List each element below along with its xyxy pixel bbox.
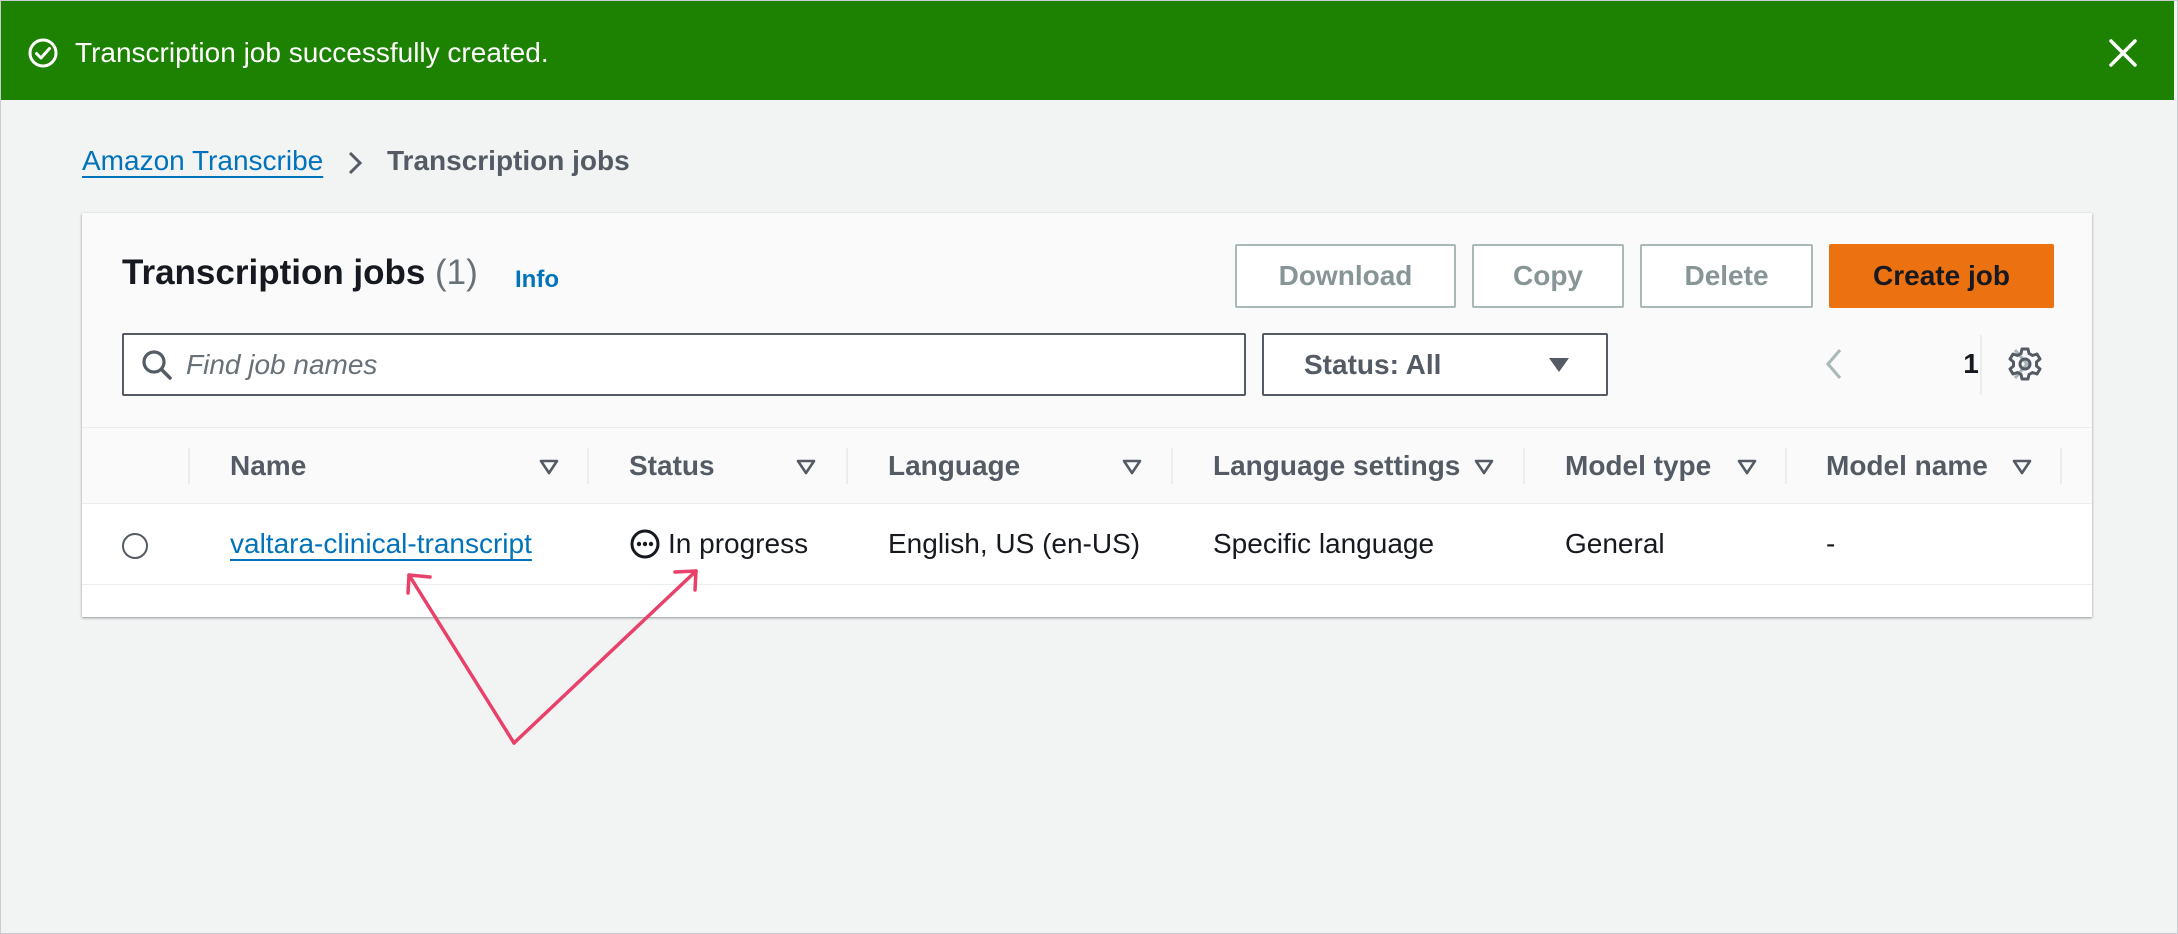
job-name-link[interactable]: valtara-clinical-transcript bbox=[230, 528, 532, 560]
column-header-language-settings[interactable]: Language settings bbox=[1213, 450, 1460, 482]
sort-caret-icon[interactable] bbox=[1737, 459, 1757, 475]
column-divider bbox=[188, 448, 190, 484]
flash-message: Transcription job successfully created. bbox=[75, 37, 549, 68]
chevron-right-icon bbox=[348, 151, 363, 175]
previous-page-icon[interactable] bbox=[1824, 347, 1844, 381]
sort-caret-icon[interactable] bbox=[1122, 459, 1142, 475]
copy-button[interactable]: Copy bbox=[1472, 244, 1624, 308]
check-circle-icon bbox=[28, 38, 58, 68]
in-progress-icon bbox=[630, 529, 660, 559]
sort-caret-icon[interactable] bbox=[796, 459, 816, 475]
job-count: (1) bbox=[435, 253, 478, 292]
column-header-name[interactable]: Name bbox=[230, 450, 306, 482]
info-link[interactable]: Info bbox=[515, 266, 559, 294]
sort-caret-icon[interactable] bbox=[1474, 459, 1494, 475]
column-header-model-type[interactable]: Model type bbox=[1565, 450, 1711, 482]
status-filter-dropdown[interactable]: Status: All bbox=[1262, 333, 1608, 396]
search-icon bbox=[142, 350, 172, 380]
page-title: Transcription jobs bbox=[122, 253, 426, 292]
pager-divider bbox=[1980, 335, 1982, 395]
job-language-settings: Specific language bbox=[1213, 528, 1435, 559]
column-divider bbox=[1171, 448, 1173, 484]
search-input[interactable] bbox=[186, 339, 1226, 390]
job-status: In progress bbox=[668, 528, 809, 559]
success-flash-bar: Transcription job successfully created. bbox=[1, 1, 2174, 100]
table-header: Name Status Language Language settings M… bbox=[82, 428, 2092, 504]
column-header-status[interactable]: Status bbox=[629, 450, 715, 482]
delete-button[interactable]: Delete bbox=[1640, 244, 1813, 308]
breadcrumb-current: Transcription jobs bbox=[387, 145, 630, 176]
column-header-model-name[interactable]: Model name bbox=[1826, 450, 1988, 482]
sort-caret-icon[interactable] bbox=[2012, 459, 2032, 475]
create-job-button[interactable]: Create job bbox=[1829, 244, 2054, 308]
download-button[interactable]: Download bbox=[1235, 244, 1456, 308]
table-row: valtara-clinical-transcript In progress … bbox=[82, 504, 2092, 585]
gear-icon[interactable] bbox=[2007, 346, 2043, 382]
column-divider bbox=[1523, 448, 1525, 484]
column-divider bbox=[2060, 448, 2062, 484]
search-box bbox=[122, 333, 1246, 396]
column-divider bbox=[846, 448, 848, 484]
job-model-name: - bbox=[1826, 528, 1836, 559]
job-language: English, US (en-US) bbox=[888, 528, 1141, 559]
sort-caret-icon[interactable] bbox=[539, 459, 559, 475]
breadcrumb-amazon-transcribe[interactable]: Amazon Transcribe bbox=[82, 145, 323, 177]
caret-down-icon bbox=[1549, 358, 1569, 372]
column-divider bbox=[1785, 448, 1787, 484]
column-header-language[interactable]: Language bbox=[888, 450, 1020, 482]
status-filter-label: Status: All bbox=[1304, 349, 1442, 380]
column-divider bbox=[587, 448, 589, 484]
job-model-type: General bbox=[1565, 528, 1665, 559]
close-icon[interactable] bbox=[2105, 35, 2141, 71]
panel-header: Transcription jobs (1) Info Download Cop… bbox=[82, 213, 2092, 428]
row-select-radio[interactable] bbox=[122, 533, 148, 559]
transcription-jobs-panel: Transcription jobs (1) Info Download Cop… bbox=[82, 213, 2092, 617]
